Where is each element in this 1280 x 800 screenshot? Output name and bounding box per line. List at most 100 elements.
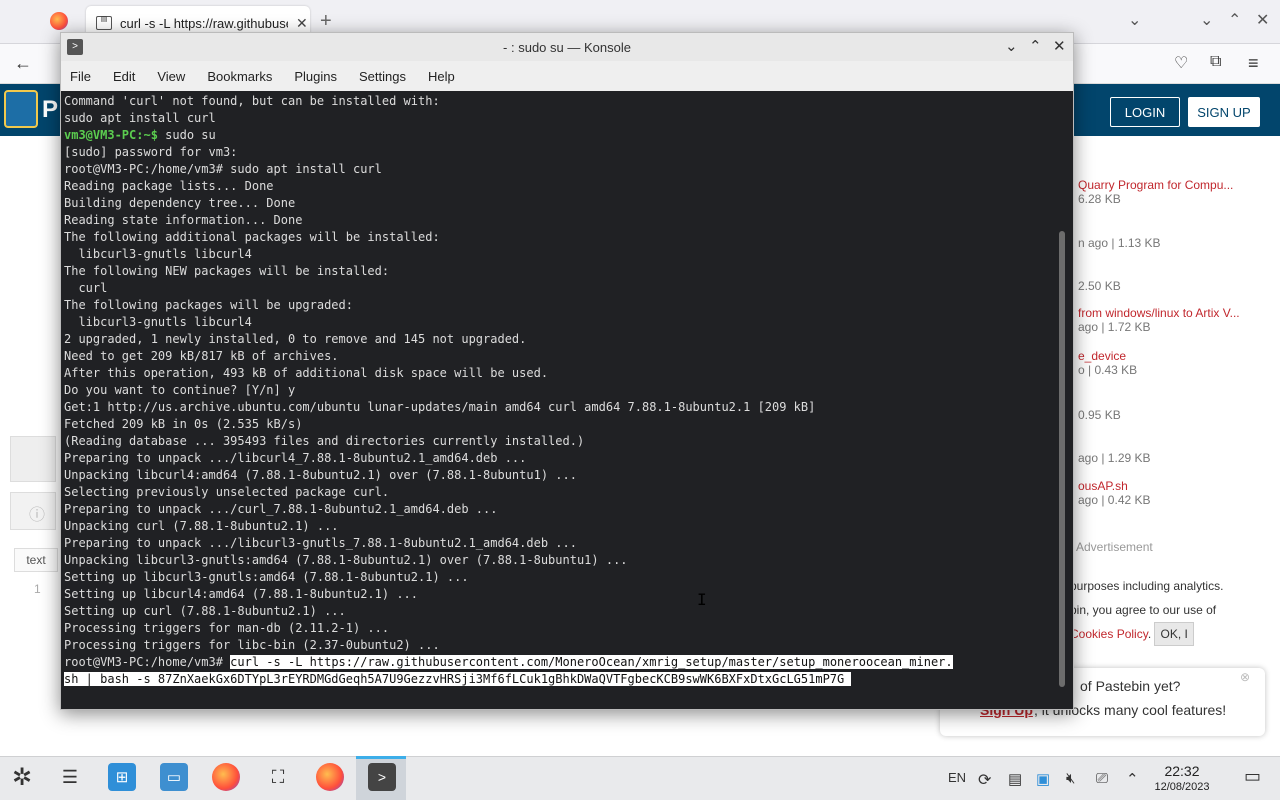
terminal-output[interactable]: Command 'curl' not found, but can be ins… bbox=[61, 91, 1073, 709]
expand-tray-icon[interactable]: ⌃ bbox=[1126, 770, 1139, 788]
terminal-line-text: Preparing to unpack .../libcurl4_7.88.1-… bbox=[64, 451, 527, 465]
terminal-line-text: root@VM3-PC:/home/vm3# bbox=[64, 655, 231, 669]
cookie-notice: purposes including analytics. bin, you a… bbox=[1070, 574, 1223, 646]
terminal-line-text: Setting up curl (7.88.1-8ubuntu2.1) ... bbox=[64, 604, 346, 618]
tab-list-icon[interactable]: ⌄ bbox=[1128, 10, 1141, 30]
terminal-line-text: Command 'curl' not found, but can be ins… bbox=[64, 94, 440, 108]
back-icon[interactable]: ← bbox=[14, 53, 32, 74]
menu-edit[interactable]: Edit bbox=[113, 69, 135, 84]
list-item[interactable]: ousAP.sh ago | 0.42 KB bbox=[1078, 479, 1151, 507]
firefox-view-icon[interactable] bbox=[50, 12, 68, 30]
maximize-icon[interactable]: ⌃ bbox=[1228, 10, 1241, 30]
terminal-line: Setting up curl (7.88.1-8ubuntu2.1) ... bbox=[64, 603, 1054, 620]
settings-sliders-icon[interactable]: ☰ bbox=[56, 763, 84, 791]
list-item[interactable]: 2.50 KB bbox=[1078, 279, 1121, 293]
promo-close-icon[interactable]: ⊗ bbox=[1240, 670, 1250, 684]
cookie-ok-button[interactable]: OK, I bbox=[1154, 622, 1194, 646]
maximize-icon[interactable]: ⌃ bbox=[1029, 37, 1042, 55]
menu-bookmarks[interactable]: Bookmarks bbox=[207, 69, 272, 84]
notifications-icon[interactable]: ▣ bbox=[1036, 770, 1050, 788]
window-title: - : sudo su — Konsole bbox=[503, 39, 631, 55]
app-launcher-icon[interactable]: ✲ bbox=[8, 763, 36, 791]
terminal-line-text: Do you want to continue? [Y/n] y bbox=[64, 383, 296, 397]
text-cursor-icon: I bbox=[697, 590, 707, 609]
konsole-menubar: File Edit View Bookmarks Plugins Setting… bbox=[61, 61, 1073, 91]
clock[interactable]: 22:32 12/08/2023 bbox=[1152, 763, 1212, 795]
menu-view[interactable]: View bbox=[157, 69, 185, 84]
terminal-line-text: root@VM3-PC:/home/vm3# sudo apt install … bbox=[64, 162, 382, 176]
terminal-line: The following additional packages will b… bbox=[64, 229, 1054, 246]
cookie-text-2: bin, you agree to our use of bbox=[1070, 603, 1217, 617]
extensions-icon[interactable]: ⧉ bbox=[1210, 53, 1221, 71]
menu-settings[interactable]: Settings bbox=[359, 69, 406, 84]
terminal-line: Setting up libcurl3-gnutls:amd64 (7.88.1… bbox=[64, 569, 1054, 586]
list-item[interactable]: n ago | 1.13 KB bbox=[1078, 236, 1161, 250]
language-indicator[interactable]: EN bbox=[948, 770, 966, 785]
terminal-line: Unpacking libcurl4:amd64 (7.88.1-8ubuntu… bbox=[64, 467, 1054, 484]
terminal-line-text: Preparing to unpack .../curl_7.88.1-8ubu… bbox=[64, 502, 498, 516]
list-item[interactable]: ago | 1.29 KB bbox=[1078, 451, 1151, 465]
minimize-icon[interactable]: ⌄ bbox=[1005, 37, 1018, 55]
menu-plugins[interactable]: Plugins bbox=[294, 69, 337, 84]
konsole-taskbar-icon[interactable]: > bbox=[368, 763, 396, 791]
firefox-icon[interactable] bbox=[212, 763, 240, 791]
terminal-line: 2 upgraded, 1 newly installed, 0 to remo… bbox=[64, 331, 1054, 348]
syntax-tab[interactable]: text bbox=[14, 548, 58, 572]
list-item[interactable]: e_device o | 0.43 KB bbox=[1078, 349, 1137, 377]
menu-icon[interactable]: ≡ bbox=[1248, 53, 1259, 74]
terminal-scrollbar[interactable] bbox=[1059, 231, 1065, 687]
terminal-line-text: Preparing to unpack .../libcurl3-gnutls_… bbox=[64, 536, 577, 550]
terminal-line-text: Unpacking libcurl3-gnutls:amd64 (7.88.1-… bbox=[64, 553, 628, 567]
terminal-line: curl bbox=[64, 280, 1054, 297]
terminal-line: Preparing to unpack .../libcurl3-gnutls_… bbox=[64, 535, 1054, 552]
terminal-line-text: 2 upgraded, 1 newly installed, 0 to remo… bbox=[64, 332, 527, 346]
terminal-line: Unpacking curl (7.88.1-8ubuntu2.1) ... bbox=[64, 518, 1054, 535]
cookie-text-1: purposes including analytics. bbox=[1070, 579, 1224, 593]
update-icon[interactable]: ⟳ bbox=[978, 770, 991, 790]
promo-text: of Pastebin yet? bbox=[1080, 678, 1181, 694]
menu-file[interactable]: File bbox=[70, 69, 91, 84]
clipboard-icon[interactable]: ▤ bbox=[1008, 770, 1022, 788]
screenshot-icon[interactable]: ⛶ bbox=[264, 763, 292, 791]
close-tab-icon[interactable]: ✕ bbox=[296, 15, 308, 32]
terminal-line-text: The following additional packages will b… bbox=[64, 230, 440, 244]
konsole-window: > - : sudo su — Konsole ⌄ ⌃ ✕ File Edit … bbox=[60, 32, 1074, 710]
cookies-policy-link[interactable]: Cookies Policy bbox=[1070, 627, 1148, 641]
terminal-line: Reading package lists... Done bbox=[64, 178, 1054, 195]
pastebin-logo-text[interactable]: P bbox=[42, 96, 58, 124]
firefox-window-icon[interactable] bbox=[316, 763, 344, 791]
signup-button[interactable]: SIGN UP bbox=[1188, 97, 1260, 127]
terminal-line-text: Processing triggers for libc-bin (2.37-0… bbox=[64, 638, 440, 652]
list-item[interactable]: from windows/linux to Artix V... ago | 1.… bbox=[1078, 306, 1240, 334]
minimize-icon[interactable]: ⌄ bbox=[1200, 10, 1213, 30]
terminal-line: Fetched 209 kB in 0s (2.535 kB/s) bbox=[64, 416, 1054, 433]
close-icon[interactable]: ✕ bbox=[1256, 10, 1269, 30]
terminal-line-text: curl bbox=[64, 281, 108, 295]
terminal-line-text: (Reading database ... 395493 files and d… bbox=[64, 434, 585, 448]
terminal-line: libcurl3-gnutls libcurl4 bbox=[64, 314, 1054, 331]
volume-muted-icon[interactable]: 🔇︎ bbox=[1066, 770, 1075, 787]
show-desktop-icon[interactable]: ▭ bbox=[1244, 766, 1261, 787]
discover-store-icon[interactable]: ⊞ bbox=[108, 763, 136, 791]
close-icon[interactable]: ✕ bbox=[1053, 37, 1066, 55]
terminal-line: sh | bash -s 87ZnXaekGx6DTYpL3rEYRDMGdGe… bbox=[64, 671, 1054, 688]
selected-command-text[interactable]: curl -s -L https://raw.githubusercontent… bbox=[230, 655, 953, 669]
terminal-line-text: libcurl3-gnutls libcurl4 bbox=[64, 315, 252, 329]
terminal-line: Reading state information... Done bbox=[64, 212, 1054, 229]
terminal-icon[interactable]: > bbox=[67, 39, 83, 55]
login-button[interactable]: LOGIN bbox=[1110, 97, 1180, 127]
network-icon[interactable]: ⎚ bbox=[1096, 770, 1108, 787]
list-item[interactable]: Quarry Program for Compu... 6.28 KB bbox=[1078, 178, 1233, 206]
info-icon: ⓘ bbox=[29, 507, 46, 524]
avatar bbox=[10, 436, 56, 482]
konsole-titlebar[interactable]: > - : sudo su — Konsole ⌄ ⌃ ✕ bbox=[61, 33, 1073, 61]
info-box: ⓘ bbox=[10, 492, 56, 530]
terminal-line: Building dependency tree... Done bbox=[64, 195, 1054, 212]
new-tab-icon[interactable]: + bbox=[320, 10, 332, 33]
file-manager-icon[interactable]: ▭ bbox=[160, 763, 188, 791]
selected-command-text[interactable]: sh | bash -s 87ZnXaekGx6DTYpL3rEYRDMGdGe… bbox=[64, 672, 852, 686]
menu-help[interactable]: Help bbox=[428, 69, 455, 84]
pastebin-logo-icon[interactable] bbox=[4, 90, 38, 128]
pocket-icon[interactable]: ♡ bbox=[1174, 53, 1188, 73]
list-item[interactable]: 0.95 KB bbox=[1078, 408, 1121, 422]
